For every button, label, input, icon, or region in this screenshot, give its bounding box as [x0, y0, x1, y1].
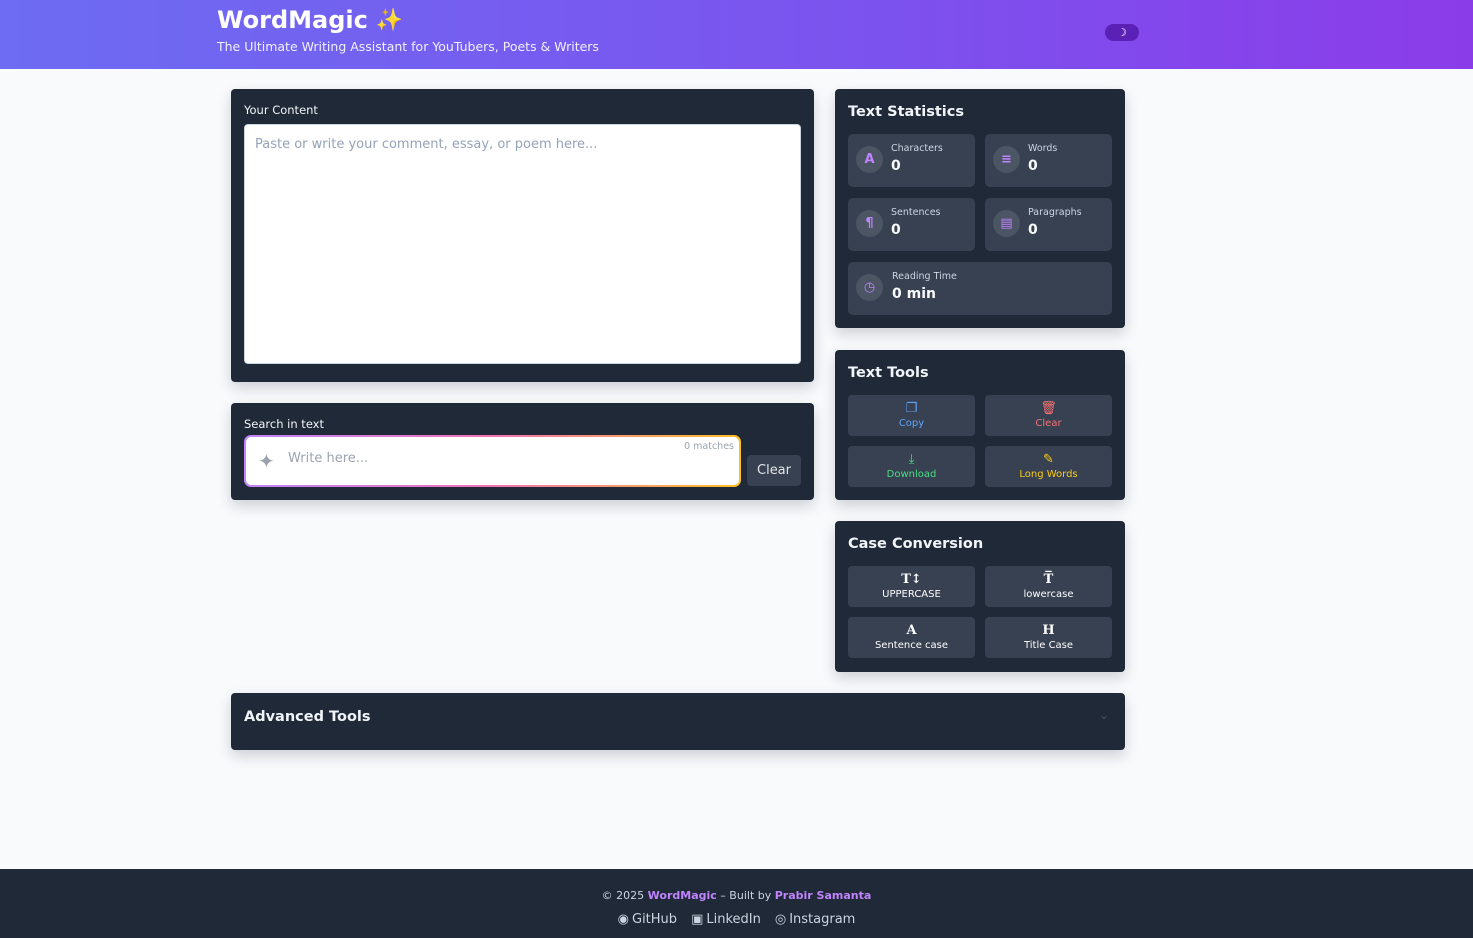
font-icon: A: [906, 623, 917, 638]
social-links: ◉ GitHub ▣ LinkedIn ◎ Instagram: [0, 912, 1473, 927]
instagram-label: Instagram: [789, 912, 856, 927]
uppercase-button[interactable]: T↕ UPPERCASE: [848, 566, 975, 607]
download-icon: ⤓: [908, 452, 915, 467]
content-label: Your Content: [244, 103, 318, 117]
sentence-case-label: Sentence case: [874, 640, 949, 651]
stat-label: Sentences: [891, 207, 941, 218]
copy-label: Copy: [898, 418, 925, 429]
sentences-icon: ¶: [856, 210, 883, 237]
advanced-title: Advanced Tools: [244, 709, 371, 725]
long-words-button[interactable]: ✎ Long Words: [985, 446, 1112, 487]
stat-value: 0: [1028, 158, 1038, 174]
tools-title: Text Tools: [848, 365, 929, 381]
sparkle-search-icon: ✦: [258, 449, 275, 473]
case-title: Case Conversion: [848, 536, 984, 552]
copy-button[interactable]: ❐ Copy: [848, 395, 975, 436]
content-card: Your Content Paste or write your comment…: [231, 89, 814, 382]
footer-credits: © 2025 WordMagic – Built by Prabir Saman…: [0, 889, 1473, 902]
clear-search-button[interactable]: Clear: [747, 455, 801, 486]
stat-value: 0 min: [892, 286, 936, 302]
stat-reading-time: ◷ Reading Time 0 min: [848, 262, 1112, 315]
match-count: 0 matches: [684, 441, 734, 452]
search-card: Search in text ✦ Write here... 0 matches…: [231, 403, 814, 500]
paragraphs-icon: ▤: [993, 210, 1020, 237]
sentence-case-button[interactable]: A Sentence case: [848, 617, 975, 658]
copy-icon: ❐: [905, 401, 918, 416]
uppercase-label: UPPERCASE: [882, 589, 941, 600]
footer: © 2025 WordMagic – Built by Prabir Saman…: [0, 869, 1473, 938]
stats-card: Text Statistics A Characters 0 ≡ Words 0…: [835, 89, 1125, 328]
search-input[interactable]: ✦ Write here... 0 matches: [246, 437, 739, 485]
linkedin-icon: ▣: [691, 912, 704, 927]
linkedin-link[interactable]: ▣ LinkedIn: [691, 912, 761, 927]
instagram-icon: ◎: [774, 912, 787, 927]
app-header: WordMagic ✨ The Ultimate Writing Assista…: [0, 0, 1473, 69]
content-textarea[interactable]: Paste or write your comment, essay, or p…: [244, 124, 801, 364]
case-card: Case Conversion T↕ UPPERCASE T̅ lowercas…: [835, 521, 1125, 672]
text-slash-icon: T̅: [1043, 572, 1054, 587]
title-case-button[interactable]: H Title Case: [985, 617, 1112, 658]
search-label: Search in text: [244, 417, 325, 431]
trash-icon: 🗑: [1040, 401, 1057, 416]
tools-card: Text Tools ❐ Copy 🗑 Clear ⤓ Download ✎ L…: [835, 350, 1125, 500]
clear-button[interactable]: 🗑 Clear: [985, 395, 1112, 436]
github-label: GitHub: [632, 912, 678, 927]
stat-label: Words: [1028, 143, 1058, 154]
title-case-label: Title Case: [1023, 640, 1074, 651]
footer-brand: WordMagic: [647, 889, 717, 902]
author-link[interactable]: Prabir Samanta: [775, 889, 872, 902]
heading-icon: H: [1042, 623, 1055, 638]
stat-characters: A Characters 0: [848, 134, 975, 187]
stat-label: Characters: [891, 143, 943, 154]
stat-value: 0: [891, 222, 901, 238]
github-icon: ◉: [617, 912, 629, 927]
stat-value: 0: [1028, 222, 1038, 238]
stat-value: 0: [891, 158, 901, 174]
app-title: WordMagic ✨: [217, 6, 403, 34]
download-button[interactable]: ⤓ Download: [848, 446, 975, 487]
words-icon: ≡: [993, 146, 1020, 173]
search-input-wrapper: ✦ Write here... 0 matches: [244, 435, 741, 487]
stat-label: Reading Time: [892, 271, 957, 282]
characters-icon: A: [856, 146, 883, 173]
download-label: Download: [886, 469, 937, 480]
stat-words: ≡ Words 0: [985, 134, 1112, 187]
stat-label: Paragraphs: [1028, 207, 1082, 218]
search-placeholder: Write here...: [288, 451, 369, 466]
copyright-text: © 2025: [601, 889, 645, 902]
stats-title: Text Statistics: [848, 104, 964, 120]
instagram-link[interactable]: ◎ Instagram: [775, 912, 855, 927]
clock-icon: ◷: [856, 274, 883, 301]
chevron-down-icon: ⌄: [1099, 708, 1110, 722]
sparkles-icon: ✨: [375, 7, 404, 33]
github-link[interactable]: ◉ GitHub: [618, 912, 677, 927]
lowercase-label: lowercase: [1023, 589, 1074, 600]
moon-icon: ☽: [1117, 26, 1127, 39]
highlighter-icon: ✎: [1043, 452, 1054, 467]
text-height-icon: T↕: [901, 572, 922, 587]
built-by-text: – Built by: [720, 889, 772, 902]
long-words-label: Long Words: [1019, 469, 1078, 480]
stat-paragraphs: ▤ Paragraphs 0: [985, 198, 1112, 251]
theme-toggle-button[interactable]: ☽: [1105, 24, 1139, 41]
lowercase-button[interactable]: T̅ lowercase: [985, 566, 1112, 607]
stat-sentences: ¶ Sentences 0: [848, 198, 975, 251]
app-title-text: WordMagic: [217, 6, 368, 34]
linkedin-label: LinkedIn: [706, 912, 761, 927]
app-subtitle: The Ultimate Writing Assistant for YouTu…: [217, 39, 599, 54]
advanced-tools-accordion[interactable]: Advanced Tools ⌄: [231, 693, 1125, 750]
clear-label: Clear: [1035, 418, 1062, 429]
